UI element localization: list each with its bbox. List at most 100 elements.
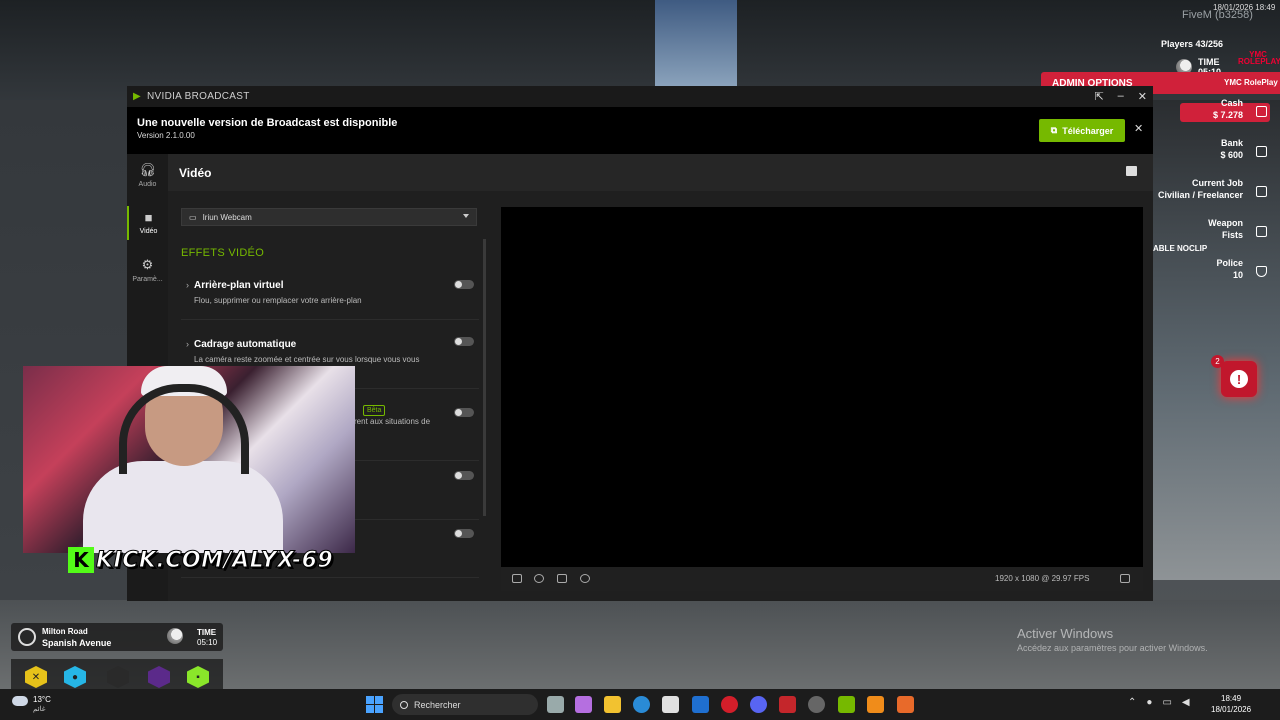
weather-temp: 13°C <box>33 695 51 704</box>
effects-scrollbar[interactable] <box>483 239 486 516</box>
volume-icon[interactable]: ◀ <box>1182 697 1190 708</box>
webcam-headset <box>119 384 249 474</box>
webcam-person-hoodie <box>83 461 283 553</box>
sidebar-item-settings[interactable]: ⚙ Paramè... <box>127 257 168 283</box>
camera-source-value: Iriun Webcam <box>202 212 252 222</box>
sidebar-item-audio[interactable]: 🎧︎ Audio <box>127 162 168 188</box>
fivem-icon[interactable] <box>897 696 914 713</box>
sidebar-item-label: Paramè... <box>132 276 163 283</box>
alert-button[interactable]: ! <box>1221 361 1257 397</box>
activate-windows-title: Activer Windows <box>1017 626 1114 641</box>
sidebar-item-label: Audio <box>138 181 157 188</box>
chevron-down-icon <box>463 214 469 218</box>
preview-toolbar: 1920 x 1080 @ 29.97 FPS <box>501 567 1143 591</box>
video-preview <box>501 207 1143 567</box>
download-label: Télécharger <box>1062 125 1114 136</box>
camera-icon: ■ <box>144 210 153 225</box>
copilot-icon[interactable] <box>575 696 592 713</box>
hide-preview-icon[interactable] <box>580 574 590 583</box>
windows-taskbar: 13°C غائم Rechercher ⌃ ● ▭ ◀ 18:49 18/01… <box>0 689 1280 720</box>
location-hud: Milton Road Spanish Avenue TIME 05:10 <box>11 623 223 651</box>
outlook-icon[interactable] <box>692 696 709 713</box>
clock-time: 18:49 <box>1221 694 1242 703</box>
taskbar-search[interactable]: Rechercher <box>392 694 538 715</box>
snapshot-icon[interactable] <box>557 574 567 583</box>
chrome-icon[interactable] <box>808 696 825 713</box>
streaming-app-icon[interactable] <box>779 696 796 713</box>
close-button[interactable]: ✕ <box>1138 90 1147 103</box>
ymc-logo: YMC ROLEPLAY <box>1238 50 1280 66</box>
discord-icon[interactable] <box>750 696 767 713</box>
display-settings-icon[interactable] <box>1120 574 1130 583</box>
top-date: 18/01/2026 18:49 <box>1213 3 1276 12</box>
start-button[interactable] <box>366 696 383 713</box>
background-sky <box>655 0 737 86</box>
update-version: Version 2.1.0.00 <box>137 131 195 140</box>
chevron-up-icon[interactable]: ⌃ <box>1128 697 1136 708</box>
effect-item-virtual-background[interactable]: › Arrière-plan virtuel Flou, supprimer o… <box>181 280 479 320</box>
search-placeholder: Rechercher <box>414 699 461 710</box>
effects-heading: EFFETS VIDÉO <box>181 247 265 259</box>
effect-toggle[interactable] <box>454 408 474 417</box>
nvidia-logo-icon: ▶ <box>133 91 141 102</box>
effect-toggle[interactable] <box>454 280 474 289</box>
webcam-icon: ▭ <box>189 212 197 222</box>
briefcase-icon <box>1256 186 1267 197</box>
taskbar-clock[interactable]: 18:49 18/01/2026 <box>1211 693 1251 715</box>
sidebar-item-video[interactable]: ■ Vidéo <box>127 206 168 240</box>
file-explorer-icon[interactable] <box>604 696 621 713</box>
store-icon[interactable] <box>662 696 679 713</box>
area-name: Spanish Avenue <box>42 638 112 648</box>
edge-icon[interactable] <box>633 696 650 713</box>
microphone-tray-icon[interactable]: ● <box>1146 697 1152 708</box>
minimize-button[interactable]: – <box>1118 90 1124 103</box>
clock-date: 18/01/2026 <box>1211 705 1252 714</box>
location-time-value: 05:10 <box>197 638 218 647</box>
microphone-icon <box>107 666 129 688</box>
window-titlebar[interactable]: ▶ NVIDIA BROADCAST <box>127 86 1153 107</box>
armor-hex-icon <box>148 666 170 688</box>
restore-icon[interactable]: ⇱ <box>1094 90 1103 103</box>
camera-source-select[interactable]: ▭ Iriun Webcam <box>181 208 477 226</box>
effect-toggle[interactable] <box>454 471 474 480</box>
nvidia-broadcast-icon[interactable] <box>838 696 855 713</box>
background-building <box>1153 100 1280 580</box>
bank-icon <box>1256 146 1267 157</box>
people-icon[interactable] <box>534 574 544 583</box>
search-icon <box>400 700 408 709</box>
effect-description: La caméra reste zoomée et centrée sur vo… <box>194 355 420 364</box>
wallet-icon <box>1256 106 1267 117</box>
fit-icon[interactable] <box>512 574 522 583</box>
system-tray: ⌃ ● ▭ ◀ <box>1128 697 1190 708</box>
hud-time-label: TIME <box>1198 57 1220 67</box>
noclip-hint: ABLE NOCLIP <box>1153 244 1208 253</box>
window-title: NVIDIA BROADCAST <box>147 91 250 102</box>
effect-toggle[interactable] <box>454 529 474 538</box>
players-count: Players 43/256 <box>1161 39 1224 49</box>
health-hex-icon: ✕ <box>25 666 47 688</box>
feedback-icon[interactable] <box>1126 166 1137 176</box>
alert-icon: ! <box>1230 370 1248 388</box>
resolution-fps[interactable]: 1920 x 1080 @ 29.97 FPS <box>995 574 1089 583</box>
effect-toggle[interactable] <box>454 337 474 346</box>
kick-channel-url: KICK.COM/ALYX-69 <box>95 547 334 573</box>
window-controls: ⇱ – ✕ <box>1094 90 1147 103</box>
street-name: Milton Road <box>42 627 88 636</box>
moon-icon <box>167 628 183 644</box>
effect-name: Arrière-plan virtuel <box>194 280 284 291</box>
download-button[interactable]: ⧉ Télécharger <box>1039 119 1125 142</box>
effect-name: Cadrage automatique <box>194 339 297 350</box>
water-hex-icon: ● <box>64 666 86 688</box>
opera-icon[interactable] <box>721 696 738 713</box>
effect-description: rent aux situations de <box>354 417 431 426</box>
search-app-icon[interactable] <box>867 696 884 713</box>
task-view-icon[interactable] <box>547 696 564 713</box>
banner-close-icon[interactable]: ✕ <box>1134 122 1143 135</box>
weather-label: غائم <box>33 706 46 713</box>
shield-icon <box>1256 266 1267 277</box>
status-hud: ✕ ● ▪ <box>11 659 223 689</box>
beta-badge: Bêta <box>363 405 386 416</box>
network-icon[interactable]: ▭ <box>1162 697 1171 708</box>
gear-icon: ⚙ <box>141 257 154 272</box>
sidebar-item-label: Vidéo <box>139 228 158 235</box>
